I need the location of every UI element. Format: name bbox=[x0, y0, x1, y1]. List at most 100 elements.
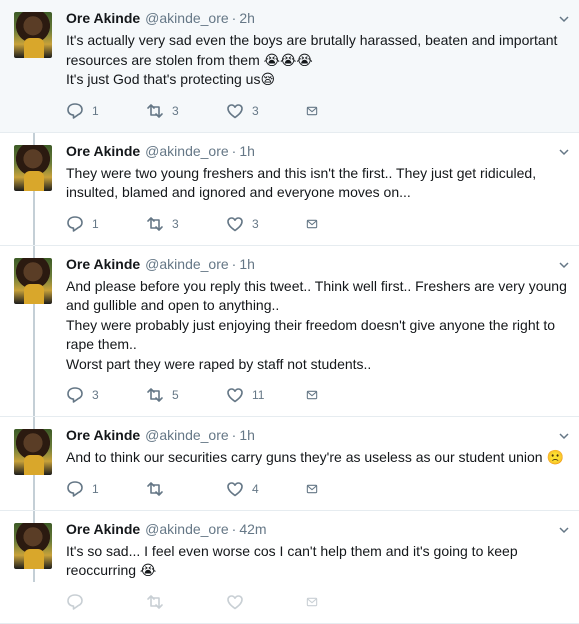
separator-dot: · bbox=[231, 427, 237, 443]
tweet[interactable]: Ore Akinde @akinde_ore · 1h And to think… bbox=[0, 417, 579, 511]
heart-icon bbox=[227, 216, 243, 231]
direct-message-button[interactable] bbox=[306, 593, 326, 611]
tweet-text: They were two young freshers and this is… bbox=[66, 164, 567, 203]
tweet-text-line: And please before you reply this tweet..… bbox=[66, 277, 567, 314]
tweet[interactable]: Ore Akinde @akinde_ore · 1h They were tw… bbox=[0, 133, 579, 246]
separator-dot: · bbox=[231, 520, 237, 537]
chevron-down-icon[interactable] bbox=[559, 14, 569, 24]
envelope-icon bbox=[306, 484, 318, 493]
retweet-button[interactable]: 5 bbox=[146, 386, 226, 404]
avatar[interactable] bbox=[14, 522, 52, 569]
retweet-icon bbox=[147, 103, 163, 118]
chevron-down-icon[interactable] bbox=[559, 147, 569, 157]
envelope-icon bbox=[306, 390, 318, 400]
retweet-icon bbox=[147, 216, 163, 231]
tweet-text: And to think our securities carry guns t… bbox=[66, 448, 567, 468]
reply-button[interactable]: 1 bbox=[66, 102, 146, 120]
avatar[interactable] bbox=[14, 257, 52, 304]
avatar[interactable] bbox=[14, 12, 52, 58]
tweet-header: Ore Akinde @akinde_ore · 1h bbox=[66, 256, 567, 276]
tweet-timestamp[interactable]: 1h bbox=[239, 427, 255, 443]
tweet-header: Ore Akinde @akinde_ore · 42m bbox=[66, 521, 567, 541]
display-name[interactable]: Ore Akinde bbox=[66, 256, 140, 272]
reply-button[interactable]: 3 bbox=[66, 386, 146, 404]
tweet-timestamp[interactable]: 2h bbox=[239, 10, 255, 26]
display-name[interactable]: Ore Akinde bbox=[66, 427, 140, 443]
retweet-count: 3 bbox=[172, 103, 179, 118]
like-button[interactable] bbox=[226, 593, 306, 611]
reply-icon bbox=[67, 102, 83, 119]
like-count: 11 bbox=[252, 388, 265, 402]
envelope-icon bbox=[306, 597, 318, 606]
reply-icon bbox=[67, 593, 83, 610]
retweet-button[interactable]: 3 bbox=[146, 215, 226, 233]
avatar[interactable] bbox=[14, 144, 52, 191]
like-button[interactable]: 3 bbox=[226, 102, 306, 120]
retweet-count: 3 bbox=[172, 216, 179, 231]
tweet-actions: 1 3 3 bbox=[66, 98, 567, 124]
tweet-timestamp[interactable]: 1h bbox=[239, 256, 255, 272]
envelope-icon bbox=[306, 219, 318, 228]
tweet-header: Ore Akinde @akinde_ore · 1h bbox=[66, 143, 567, 163]
tweet[interactable]: Ore Akinde @akinde_ore · 2h It's actuall… bbox=[0, 0, 579, 133]
tweet-text-line: And to think our securities carry guns t… bbox=[66, 449, 564, 465]
direct-message-button[interactable] bbox=[306, 480, 326, 498]
user-handle[interactable]: @akinde_ore bbox=[145, 256, 229, 272]
reply-count: 3 bbox=[92, 388, 99, 402]
tweet-text-line: Worst part they were raped by staff not … bbox=[66, 355, 372, 372]
like-count: 3 bbox=[252, 103, 259, 118]
tweet[interactable]: Ore Akinde @akinde_ore · 1h And please b… bbox=[0, 246, 579, 417]
user-handle[interactable]: @akinde_ore bbox=[145, 427, 229, 443]
like-button[interactable]: 11 bbox=[226, 386, 306, 404]
tweet-text: It's actually very sad even the boys are… bbox=[66, 31, 567, 90]
reply-button[interactable]: 1 bbox=[66, 215, 146, 233]
heart-icon bbox=[227, 388, 243, 403]
like-count: 3 bbox=[252, 216, 259, 231]
retweet-icon bbox=[147, 481, 163, 496]
tweet-actions: 3 5 11 bbox=[66, 382, 567, 408]
retweet-button[interactable] bbox=[146, 480, 226, 498]
reply-button[interactable] bbox=[66, 593, 146, 611]
retweet-icon bbox=[147, 388, 163, 402]
reply-button[interactable]: 1 bbox=[66, 480, 146, 498]
reply-icon bbox=[67, 387, 83, 403]
retweet-button[interactable]: 3 bbox=[146, 102, 226, 120]
avatar[interactable] bbox=[14, 429, 52, 475]
heart-icon bbox=[227, 103, 243, 118]
tweet-actions bbox=[66, 589, 567, 615]
display-name[interactable]: Ore Akinde bbox=[66, 521, 140, 537]
tweet-text-line: It's just God that's protecting us😪 bbox=[66, 71, 276, 87]
like-button[interactable]: 3 bbox=[226, 215, 306, 233]
tweet-actions: 1 3 3 bbox=[66, 211, 567, 237]
reply-icon bbox=[67, 215, 83, 232]
tweet-text-line: It's actually very sad even the boys are… bbox=[66, 32, 558, 68]
like-count: 4 bbox=[252, 481, 259, 496]
tweet-header: Ore Akinde @akinde_ore · 2h bbox=[66, 10, 567, 30]
tweet-timestamp[interactable]: 1h bbox=[239, 143, 255, 159]
tweet-text-line: They were two young freshers and this is… bbox=[66, 164, 537, 201]
user-handle[interactable]: @akinde_ore bbox=[145, 10, 229, 26]
user-handle[interactable]: @akinde_ore bbox=[145, 143, 229, 159]
chevron-down-icon[interactable] bbox=[559, 431, 569, 441]
tweet-thread: Ore Akinde @akinde_ore · 2h It's actuall… bbox=[0, 0, 579, 624]
reply-count: 1 bbox=[92, 481, 99, 496]
reply-count: 1 bbox=[92, 216, 99, 231]
display-name[interactable]: Ore Akinde bbox=[66, 10, 140, 26]
display-name[interactable]: Ore Akinde bbox=[66, 143, 140, 159]
reply-count: 1 bbox=[92, 103, 99, 118]
user-handle[interactable]: @akinde_ore bbox=[145, 521, 229, 537]
tweet-text-line: They were probably just enjoying their f… bbox=[66, 316, 556, 353]
direct-message-button[interactable] bbox=[306, 215, 326, 233]
tweet-timestamp[interactable]: 42m bbox=[239, 521, 266, 537]
tweet-text: And please before you reply this tweet..… bbox=[66, 277, 567, 375]
chevron-down-icon[interactable] bbox=[559, 260, 569, 270]
direct-message-button[interactable] bbox=[306, 386, 326, 404]
separator-dot: · bbox=[231, 142, 237, 159]
retweet-count: 5 bbox=[172, 388, 179, 402]
like-button[interactable]: 4 bbox=[226, 480, 306, 498]
tweet[interactable]: Ore Akinde @akinde_ore · 42m It's so sad… bbox=[0, 511, 579, 624]
direct-message-button[interactable] bbox=[306, 102, 326, 120]
chevron-down-icon[interactable] bbox=[559, 525, 569, 535]
retweet-icon bbox=[147, 594, 163, 609]
retweet-button[interactable] bbox=[146, 593, 226, 611]
